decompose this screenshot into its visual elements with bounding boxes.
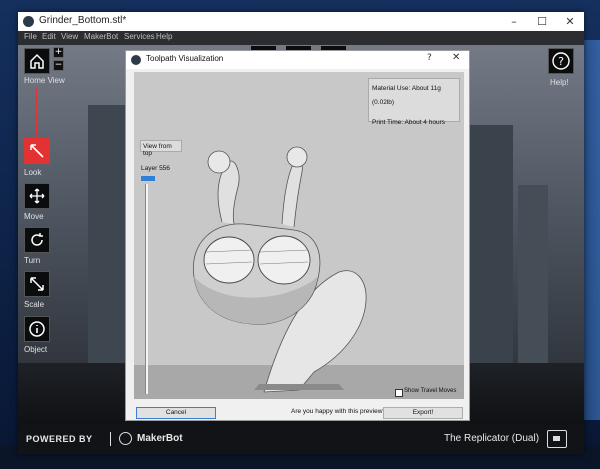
- menu-view[interactable]: View: [61, 32, 78, 41]
- app-title: Grinder_Bottom.stl*: [39, 15, 127, 26]
- info-icon: [29, 321, 45, 337]
- help-glyph: ?: [558, 55, 564, 68]
- home-icon: [30, 53, 44, 69]
- powered-by-text: POWERED BY: [26, 434, 93, 444]
- minimize-button[interactable]: –: [500, 12, 528, 31]
- makerbot-brand: MakerBot: [137, 433, 183, 444]
- look-tool-button[interactable]: [24, 138, 50, 164]
- scale-arrow-icon: [30, 277, 44, 291]
- dialog-title: Toolpath Visualization: [146, 54, 224, 63]
- home-view-button[interactable]: [24, 48, 50, 74]
- help-label: Help!: [550, 78, 569, 87]
- move-tool-label: Move: [24, 212, 44, 221]
- print-time-text: Print Time: About 4 hours: [372, 119, 445, 126]
- menu-bar: File Edit View MakerBot Services Help: [18, 31, 584, 45]
- turn-tool-button[interactable]: [24, 227, 50, 253]
- toolpath-visualization-dialog: Toolpath Visualization ? ✕ View from top…: [125, 50, 470, 421]
- confirm-question: Are you happy with this preview?: [291, 408, 387, 415]
- checkbox-box[interactable]: [395, 389, 403, 397]
- print-stats-panel: Material Use: About 11g (0.02lb) Print T…: [368, 78, 460, 126]
- show-travel-moves-checkbox[interactable]: Show Travel Moves: [395, 387, 459, 398]
- active-tool-indicator: [36, 88, 37, 138]
- scale-tool-button[interactable]: [24, 271, 50, 297]
- export-button[interactable]: Export!: [383, 407, 463, 419]
- toolpath-preview-viewport[interactable]: View from top Layer 556 Material Use: Ab…: [134, 72, 464, 399]
- turn-tool-label: Turn: [24, 256, 41, 265]
- layer-slider-handle[interactable]: [141, 176, 155, 181]
- layer-label: Layer 556: [141, 165, 170, 172]
- close-button[interactable]: ✕: [556, 12, 584, 31]
- dialog-logo-icon: [131, 55, 141, 65]
- cancel-button[interactable]: Cancel: [136, 407, 216, 419]
- maximize-button[interactable]: ☐: [528, 12, 556, 31]
- app-titlebar: Grinder_Bottom.stl* – ☐ ✕: [18, 12, 584, 31]
- help-button[interactable]: ?: [548, 48, 574, 74]
- dialog-close-button[interactable]: ✕: [452, 52, 460, 63]
- question-mark-icon: ?: [552, 52, 570, 70]
- move-tool-button[interactable]: [24, 183, 50, 209]
- move-arrows-icon: [29, 188, 45, 204]
- bottom-status-bar: POWERED BY MakerBot The Replicator (Dual…: [18, 425, 584, 454]
- zoom-in-button[interactable]: +: [53, 47, 64, 58]
- look-tool-label: Look: [24, 168, 42, 177]
- menu-makerbot[interactable]: MakerBot: [84, 32, 118, 41]
- view-from-top-button[interactable]: View from top: [140, 140, 182, 157]
- divider: [110, 432, 111, 446]
- menu-services[interactable]: Services: [124, 32, 155, 41]
- object-tool-button[interactable]: [24, 316, 50, 342]
- layer-slider-track[interactable]: [145, 184, 148, 394]
- menu-edit[interactable]: Edit: [42, 32, 56, 41]
- app-logo-icon: [23, 16, 34, 27]
- dialog-titlebar: Toolpath Visualization ? ✕: [126, 51, 469, 69]
- menu-help[interactable]: Help: [156, 32, 172, 41]
- printer-icon[interactable]: [547, 430, 567, 448]
- object-tool-label: Object: [24, 345, 48, 354]
- menu-file[interactable]: File: [24, 32, 37, 41]
- show-travel-moves-label: Show Travel Moves: [404, 388, 457, 394]
- zoom-out-button[interactable]: −: [53, 60, 64, 71]
- scale-tool-label: Scale: [24, 300, 45, 309]
- material-use-text: Material Use: About 11g (0.02lb): [372, 85, 441, 106]
- printer-name[interactable]: The Replicator (Dual): [444, 433, 539, 444]
- makerbot-logo-icon: [119, 432, 132, 445]
- dialog-help-button[interactable]: ?: [427, 53, 432, 63]
- home-view-label: Home View: [24, 76, 65, 85]
- rotate-icon: [31, 233, 43, 246]
- arrow-diagonal-icon: [30, 144, 44, 158]
